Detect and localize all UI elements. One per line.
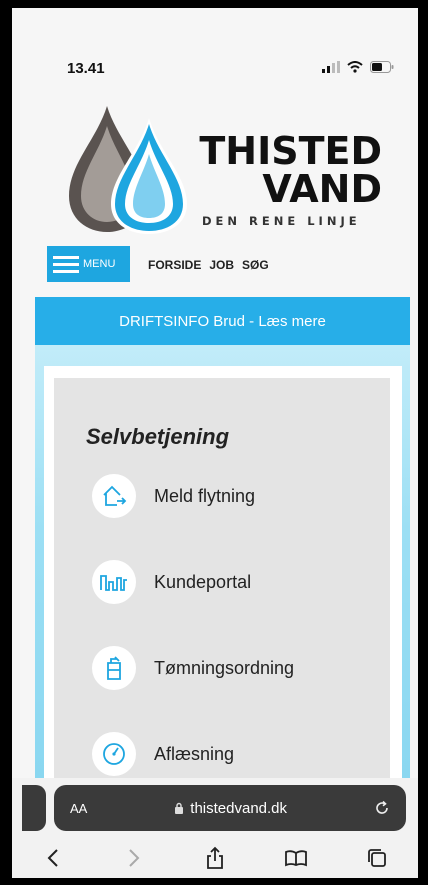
driftsinfo-banner[interactable]: DRIFTSINFO Brud - Læs mere [35, 297, 410, 345]
forward-button[interactable] [119, 843, 149, 873]
chevron-right-icon [129, 849, 140, 867]
wifi-icon [347, 61, 363, 73]
address-bar[interactable]: AA thistedvand.dk [54, 785, 406, 831]
nav-link-job[interactable]: JOB [209, 258, 234, 272]
share-button[interactable] [200, 843, 230, 873]
previous-tab-peek[interactable] [22, 785, 46, 831]
battery-icon [370, 61, 394, 73]
screen: 13.41 THISTED VAND DEN RENE LINJE MENU F… [12, 8, 418, 878]
top-nav: FORSIDE JOB SØG [148, 258, 269, 272]
reader-options-button[interactable]: AA [70, 801, 87, 816]
tabs-icon [368, 849, 387, 867]
gauge-icon [92, 732, 136, 776]
selfservice-item-label: Kundeportal [154, 571, 252, 592]
nav-link-search[interactable]: SØG [242, 258, 269, 272]
status-icons [322, 61, 394, 73]
brand-tagline: DEN RENE LINJE [202, 214, 361, 228]
signal-icon [322, 61, 340, 73]
selfservice-item-label: Aflæsning [154, 743, 235, 764]
selfservice-title: Selvbetjening [86, 424, 230, 449]
brand-name: THISTED VAND [192, 132, 382, 208]
menu-label: MENU [83, 258, 116, 270]
url-text: thistedvand.dk [190, 799, 288, 817]
brand-name-line2: VAND [262, 167, 382, 211]
hamburger-icon [53, 255, 79, 273]
nav-link-forside[interactable]: FORSIDE [148, 258, 201, 272]
chevron-left-icon [47, 849, 58, 867]
selfservice-item-label: Meld flytning [154, 485, 256, 506]
reload-icon[interactable] [374, 800, 390, 816]
book-icon [285, 850, 308, 867]
selfservice-item-tomningsordning[interactable]: Tømningsordning [92, 646, 294, 690]
lock-icon [175, 802, 184, 814]
logo-drops-icon [67, 104, 192, 239]
tabs-button[interactable] [362, 843, 392, 873]
tank-icon [92, 646, 136, 690]
selfservice-item-label: Tømningsordning [154, 657, 295, 678]
selfservice-item-meld-flytning[interactable]: Meld flytning [92, 474, 255, 518]
selfservice-item-aflaesning[interactable]: Aflæsning [92, 732, 234, 776]
meter-graph-icon [92, 560, 136, 604]
menu-button[interactable]: MENU [47, 246, 130, 282]
brand-name-line1: THISTED [199, 129, 382, 173]
bookmarks-button[interactable] [281, 843, 311, 873]
share-icon [207, 846, 223, 869]
back-button[interactable] [38, 843, 68, 873]
browser-toolbar [12, 838, 418, 878]
url-display[interactable]: thistedvand.dk [174, 800, 287, 817]
house-move-icon [92, 474, 136, 518]
selfservice-item-kundeportal[interactable]: Kundeportal [92, 560, 251, 604]
status-time: 13.41 [67, 60, 105, 77]
